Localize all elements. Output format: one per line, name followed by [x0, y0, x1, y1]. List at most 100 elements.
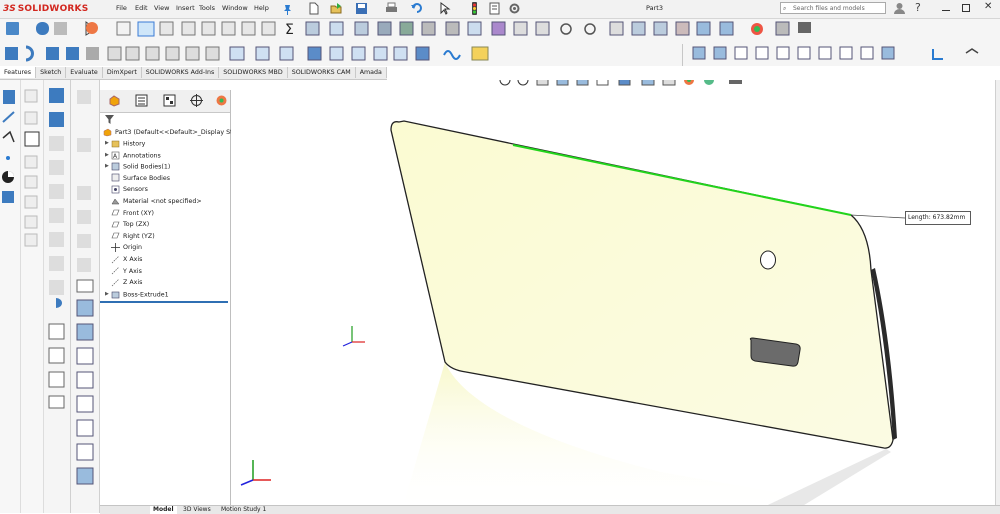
tree-item-z-axis[interactable]: Z Axis [105, 277, 142, 288]
menu-view[interactable]: View [154, 4, 169, 12]
tree-item-label: History [123, 140, 146, 148]
tree-item-front-xy[interactable]: Front (XY) [105, 208, 154, 219]
tree-item-label: Front (XY) [123, 209, 155, 217]
tree-root-label: Part3 (Default<<Default>_Display State [115, 129, 243, 136]
pin-icon[interactable] [281, 3, 294, 16]
tree-item-y-axis[interactable]: Y Axis [105, 266, 142, 277]
tab-mbd[interactable]: SOLIDWORKS MBD [219, 67, 288, 78]
tree-item-label: Material <not specified> [123, 198, 202, 205]
material-icon [111, 197, 120, 206]
display-manager-tab-icon[interactable] [215, 94, 228, 107]
search-icon: ⌕ [783, 5, 787, 12]
configuration-manager-tab-icon[interactable] [163, 94, 176, 107]
file-properties-icon[interactable] [488, 2, 501, 15]
plane-icon [111, 220, 120, 229]
tree-item-annotations[interactable]: ▶ A Annotations [105, 150, 161, 161]
user-icon[interactable] [893, 2, 906, 15]
tab-sketch[interactable]: Sketch [36, 67, 67, 78]
axis-icon [111, 278, 120, 287]
close-icon[interactable]: ✕ [984, 1, 992, 12]
tree-item-x-axis[interactable]: X Axis [105, 254, 142, 265]
tree-root-part[interactable]: Part3 (Default<<Default>_Display State [103, 127, 243, 138]
solidworks-logo[interactable]: 3S SOLIDWORKS [3, 3, 88, 15]
document-title: Part3 [646, 4, 663, 12]
minimize-icon[interactable] [942, 10, 950, 11]
axis-icon [111, 266, 120, 275]
command-tabs: Features Sketch Evaluate DimXpert SOLIDW… [0, 67, 387, 80]
new-document-icon[interactable] [307, 2, 320, 15]
print-icon[interactable] [385, 2, 398, 15]
tree-item-label: X Axis [123, 256, 143, 263]
menu-edit[interactable]: Edit [135, 4, 148, 12]
tree-item-surface-bodies[interactable]: Surface Bodies [105, 173, 170, 184]
reference-triad [240, 460, 271, 486]
tab-dimxpert[interactable]: DimXpert [103, 67, 142, 78]
tree-item-material-not-specified[interactable]: Material <not specified> [105, 196, 202, 207]
help-question-icon[interactable]: ? [915, 1, 921, 14]
origin-triad [342, 326, 365, 347]
length-value: 673.82mm [932, 214, 966, 221]
tree-item-label: Boss-Extrude1 [123, 291, 169, 299]
tree-item-label: Z Axis [123, 279, 143, 287]
graphics-canvas [240, 120, 906, 513]
tree-item-origin[interactable]: Origin [105, 242, 142, 253]
undo-icon[interactable] [410, 2, 423, 15]
plane-icon [111, 231, 120, 240]
tree-item-boss-extrude1[interactable]: ▶ Boss-Extrude1 [105, 289, 169, 300]
toolbar-separator [682, 44, 683, 66]
plane-icon [111, 208, 120, 217]
search-placeholder: Search files and models [793, 5, 865, 12]
graphics-area[interactable]: Length: 673.82mm [231, 80, 1000, 513]
feature-manager-tab-icon[interactable] [108, 94, 121, 107]
tab-cam[interactable]: SOLIDWORKS CAM [288, 67, 356, 78]
ds-mark: 3S [3, 4, 16, 14]
row2-right-icons [692, 46, 979, 60]
menu-window[interactable]: Window [222, 4, 248, 12]
tab-addins[interactable]: SOLIDWORKS Add-Ins [142, 67, 220, 78]
title-bar: 3S SOLIDWORKS File Edit View Insert Tool… [0, 0, 1000, 19]
tree-item-label: Top (ZX) [123, 221, 150, 229]
command-manager: Σ [0, 19, 1000, 66]
part-icon [103, 128, 112, 137]
rollback-bar[interactable] [100, 301, 228, 303]
menu-file[interactable]: File [116, 4, 127, 12]
open-icon[interactable] [330, 2, 343, 15]
tree-item-sensors[interactable]: Sensors [105, 184, 148, 195]
tree-item-solid-bodies-1[interactable]: ▶ Solid Bodies(1) [105, 161, 170, 172]
tree-item-label: Right (YZ) [123, 232, 155, 240]
tab-features[interactable]: Features [0, 67, 37, 78]
tree-item-top-zx[interactable]: Top (ZX) [105, 219, 149, 230]
app-name: SOLIDWORKS [17, 4, 89, 14]
origin-icon [111, 242, 120, 252]
length-measure-box[interactable]: Length: 673.82mm [905, 211, 971, 225]
save-icon[interactable] [355, 2, 368, 15]
search-box[interactable]: ⌕ Search files and models [780, 2, 886, 14]
tree-item-history[interactable]: ▶ History [105, 138, 145, 149]
surface-bodies-icon [111, 173, 120, 182]
svg-text:Σ: Σ [285, 22, 294, 38]
tab-amada[interactable]: Amada [356, 67, 387, 78]
filter-icon[interactable] [105, 115, 114, 124]
task-pane-edge[interactable] [995, 80, 1000, 513]
tree-item-label: Origin [123, 244, 143, 252]
property-manager-tab-icon[interactable] [135, 94, 148, 107]
select-arrow-icon[interactable] [438, 2, 451, 15]
dimxpert-manager-tab-icon[interactable] [190, 94, 203, 107]
feature-manager-panel: Part3 (Default<<Default>_Display State ▶… [100, 90, 243, 513]
left-toolbar-1 [0, 80, 21, 513]
left-toolbar-4 [71, 80, 100, 513]
heads-up-toolbar[interactable] [497, 80, 757, 88]
options-gear-icon[interactable] [508, 2, 521, 15]
extrude-icon [111, 290, 120, 299]
tree-item-right-yz[interactable]: Right (YZ) [105, 231, 155, 242]
menu-tools[interactable]: Tools [199, 4, 215, 12]
menu-insert[interactable]: Insert [176, 4, 195, 12]
history-folder-icon [111, 139, 120, 148]
menu-help[interactable]: Help [254, 4, 269, 12]
tab-evaluate[interactable]: Evaluate [66, 67, 103, 78]
tree-item-label: Solid Bodies(1) [123, 163, 171, 171]
sensors-icon [111, 185, 120, 194]
circular-hole[interactable] [760, 250, 776, 270]
traffic-light-icon[interactable] [468, 2, 481, 15]
restore-icon[interactable] [962, 4, 970, 12]
